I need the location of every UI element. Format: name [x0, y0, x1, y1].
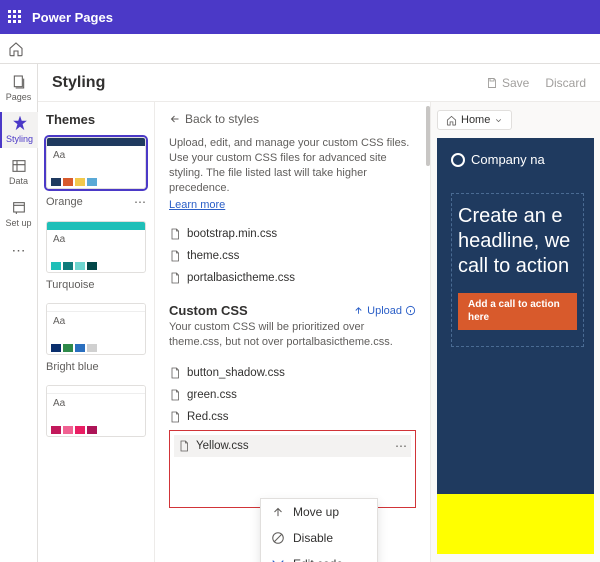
highlight-box: Yellow.css ⋯ — [169, 430, 416, 508]
nav-label: Styling — [6, 134, 33, 144]
css-file[interactable]: Red.css — [169, 406, 416, 428]
custom-css-title: Custom CSS — [169, 303, 353, 318]
yellow-section — [437, 494, 594, 554]
discard-button[interactable]: Discard — [545, 76, 586, 90]
nav-label: Data — [9, 176, 28, 186]
nav-setup[interactable]: Set up — [0, 196, 38, 232]
detail-panel: Back to styles Upload, edit, and manage … — [154, 102, 430, 562]
file-more-icon[interactable]: ⋯ — [395, 439, 407, 453]
nav-label: Pages — [6, 92, 32, 102]
css-file[interactable]: button_shadow.css — [169, 362, 416, 384]
theme-card-turquoise[interactable]: Aa — [46, 221, 146, 273]
breadcrumb-home[interactable]: Home — [437, 110, 512, 130]
site-preview: Company na Create an e headline, we call… — [437, 138, 594, 554]
css-file[interactable]: portalbasictheme.css — [169, 267, 416, 289]
app-name: Power Pages — [32, 10, 113, 25]
waffle-icon[interactable] — [8, 10, 22, 24]
scrollbar[interactable] — [426, 106, 430, 166]
custom-css-list: button_shadow.css green.css Red.css Yell… — [169, 362, 416, 508]
theme-more-icon[interactable]: ⋯ — [134, 195, 146, 209]
save-button[interactable]: Save — [486, 76, 529, 90]
css-file[interactable]: theme.css — [169, 245, 416, 267]
nav-more[interactable]: ⋯ — [0, 238, 38, 263]
menu-disable[interactable]: Disable — [261, 525, 377, 551]
menu-edit-code[interactable]: Edit code — [261, 551, 377, 562]
page-header: Styling Save Discard — [38, 64, 600, 102]
theme-card-brightblue[interactable]: Aa — [46, 303, 146, 355]
chevron-down-icon — [494, 116, 503, 125]
theme-name: Orange — [46, 196, 83, 208]
custom-desc: Your custom CSS will be prioritized over… — [169, 320, 416, 350]
themes-panel: Themes Aa Orange ⋯ Aa Turquoise Aa — [38, 102, 154, 562]
nav-styling[interactable]: Styling — [0, 112, 38, 148]
headline-block[interactable]: Create an e headline, we call to action … — [451, 193, 584, 347]
upload-button[interactable]: Upload — [353, 305, 416, 317]
themes-title: Themes — [46, 112, 146, 127]
page-title: Styling — [52, 74, 486, 92]
nav-label: Set up — [5, 218, 31, 228]
logo-icon — [451, 153, 465, 167]
company-brand: Company na — [451, 152, 584, 167]
back-link[interactable]: Back to styles — [169, 112, 416, 126]
css-file[interactable]: green.css — [169, 384, 416, 406]
file-context-menu: Move up Disable Edit code — [260, 498, 378, 562]
home-icon[interactable] — [8, 41, 24, 57]
css-file-active[interactable]: Yellow.css ⋯ — [174, 435, 411, 457]
home-icon — [446, 115, 457, 126]
builtin-css-list: bootstrap.min.css theme.css portalbasict… — [169, 223, 416, 289]
theme-card-4[interactable]: Aa — [46, 385, 146, 437]
top-app-bar: Power Pages — [0, 0, 600, 34]
theme-name: Bright blue — [46, 361, 99, 373]
menu-move-up[interactable]: Move up — [261, 499, 377, 525]
nav-data[interactable]: Data — [0, 154, 38, 190]
cta-button[interactable]: Add a call to action here — [458, 293, 577, 330]
theme-name: Turquoise — [46, 279, 95, 291]
nav-pages[interactable]: Pages — [0, 70, 38, 106]
preview-panel: Home Company na Create an e headline, we… — [430, 102, 600, 562]
css-file[interactable]: bootstrap.min.css — [169, 223, 416, 245]
description-text: Upload, edit, and manage your custom CSS… — [169, 136, 416, 195]
info-icon — [405, 305, 416, 316]
left-nav: Pages Styling Data Set up ⋯ — [0, 64, 38, 562]
learn-more-link[interactable]: Learn more — [169, 199, 225, 211]
theme-card-orange[interactable]: Aa — [46, 137, 146, 189]
sub-toolbar — [0, 34, 600, 64]
